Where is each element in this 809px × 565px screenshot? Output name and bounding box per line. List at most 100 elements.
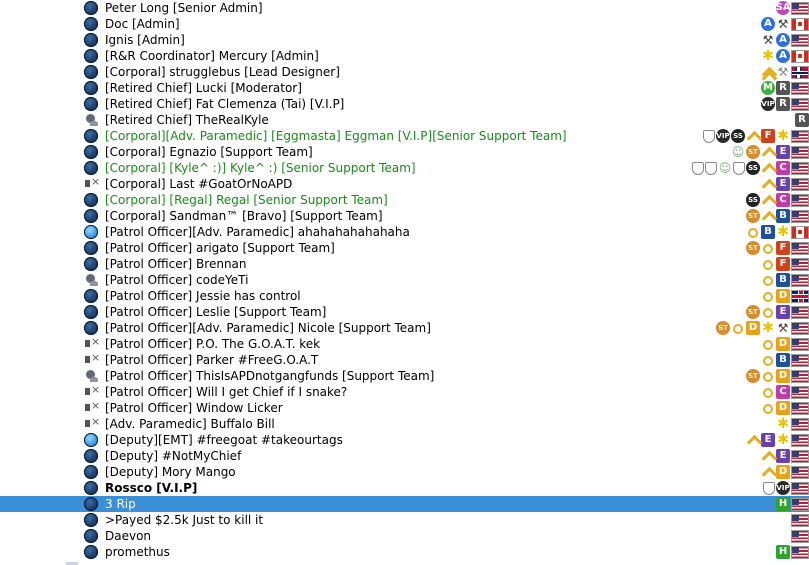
user-name: [Corporal][Adv. Paramedic] [Eggmasta] Eg… bbox=[105, 129, 567, 143]
user-row[interactable]: [Deputy] Mory Mango D bbox=[0, 464, 809, 480]
medic-star-icon: ✱ bbox=[762, 320, 774, 336]
user-name: [Corporal] strugglebus [Lead Designer] bbox=[105, 65, 340, 79]
badge-ss-icon: SS bbox=[746, 161, 760, 175]
user-row[interactable]: [Patrol Officer][Adv. Paramedic] ahahaha… bbox=[0, 224, 809, 240]
user-row[interactable]: [Retired Chief] Fat Clemenza (Tai) [V.I.… bbox=[0, 96, 809, 112]
user-row[interactable]: [Corporal] Sandman™ [Bravo] [Support Tea… bbox=[0, 208, 809, 224]
user-name: promethus bbox=[105, 545, 170, 559]
badge-st-icon: ST bbox=[746, 145, 760, 159]
rank-medal-icon bbox=[761, 241, 775, 255]
status-orb-icon bbox=[84, 497, 98, 511]
rank-chevron-icon bbox=[761, 161, 775, 175]
user-row[interactable]: 3 Rip H bbox=[0, 496, 809, 512]
badge-e-icon: E bbox=[776, 305, 790, 319]
user-row[interactable]: Rossco [V.I.P] VIP bbox=[0, 480, 809, 496]
user-badges: ST D ✱ ⚒ bbox=[716, 320, 809, 336]
user-name: Ignis [Admin] bbox=[105, 33, 185, 47]
badge-st-icon: ST bbox=[746, 241, 760, 255]
rank-medal-icon bbox=[746, 225, 760, 239]
badge-h-icon: H bbox=[776, 545, 790, 559]
user-name: [Patrol Officer][Adv. Paramedic] Nicole … bbox=[105, 321, 431, 335]
user-row[interactable]: Daevon bbox=[0, 528, 809, 544]
status-orb-icon bbox=[84, 305, 98, 319]
status-orb-icon bbox=[84, 81, 98, 95]
user-row[interactable]: [Patrol Officer] Brennan F bbox=[0, 256, 809, 272]
user-badges: E bbox=[761, 448, 809, 464]
flag-us-icon bbox=[791, 33, 809, 47]
rank-chevron-icon bbox=[761, 65, 775, 79]
user-row[interactable]: [Patrol Officer] Jessie has control D bbox=[0, 288, 809, 304]
user-row[interactable]: [Patrol Officer] codeYeTi B bbox=[0, 272, 809, 288]
rank-chevron-icon bbox=[746, 129, 760, 143]
user-row[interactable]: [Patrol Officer] Parker #FreeG.O.A.T B bbox=[0, 350, 809, 368]
user-name: [Corporal] Sandman™ [Bravo] [Support Tea… bbox=[105, 209, 383, 223]
status-orb-icon bbox=[84, 33, 98, 47]
user-badges: ☺ ST E bbox=[731, 144, 809, 160]
user-row[interactable]: [Patrol Officer] P.O. The G.O.A.T. kek D bbox=[0, 334, 809, 352]
medic-star-icon: ✱ bbox=[777, 432, 789, 448]
user-row[interactable]: [Patrol Officer] ThisIsAPDnotgangfunds [… bbox=[0, 368, 809, 384]
user-row[interactable]: [Retired Chief] TheRealKyle R bbox=[0, 112, 809, 128]
user-badges: VIP bbox=[763, 480, 809, 496]
user-row[interactable]: [Patrol Officer][Adv. Paramedic] Nicole … bbox=[0, 320, 809, 336]
user-badges: H bbox=[776, 544, 809, 560]
badge-d-icon: D bbox=[776, 289, 790, 303]
user-name: [Patrol Officer][Adv. Paramedic] ahahaha… bbox=[105, 225, 410, 239]
user-row[interactable]: [R&R Coordinator] Mercury [Admin] ✱ A bbox=[0, 48, 809, 64]
user-name: [Patrol Officer] codeYeTi bbox=[105, 273, 249, 287]
status-orb-icon bbox=[84, 17, 98, 31]
flag-us-icon bbox=[791, 385, 809, 399]
medic-star-icon: ✱ bbox=[777, 128, 789, 144]
rank-medal-icon bbox=[761, 289, 775, 303]
status-orb-icon bbox=[84, 209, 98, 223]
flag-us-icon bbox=[791, 273, 809, 287]
user-badges: ST B bbox=[746, 208, 809, 224]
flag-gb-icon bbox=[791, 289, 809, 303]
flag-us-icon bbox=[791, 81, 809, 95]
user-row[interactable]: [Corporal] Egnazio [Support Team] ☺ ST E bbox=[0, 144, 809, 160]
user-row[interactable]: [Adv. Paramedic] Buffalo Bill ✱ bbox=[0, 414, 809, 432]
user-row[interactable]: [Deputy] #NotMyChief E bbox=[0, 448, 809, 464]
user-row[interactable]: [Corporal][Adv. Paramedic] [Eggmasta] Eg… bbox=[0, 128, 809, 144]
badge-b-icon: B bbox=[776, 273, 790, 287]
rank-medal-icon bbox=[761, 305, 775, 319]
status-orb-icon bbox=[84, 97, 98, 111]
user-row[interactable]: >Payed $2.5k Just to kill it bbox=[0, 512, 809, 528]
status-orb-icon bbox=[84, 289, 98, 303]
user-row[interactable]: Doc [Admin] A ⚒ bbox=[0, 16, 809, 32]
user-row[interactable]: [Corporal] strugglebus [Lead Designer] ⚒ bbox=[0, 64, 809, 80]
user-row[interactable]: Ignis [Admin] ⚒ A bbox=[0, 32, 809, 48]
flag-us-icon bbox=[791, 417, 809, 431]
user-badges: A ⚒ bbox=[761, 16, 809, 32]
user-row[interactable]: promethus H bbox=[0, 544, 809, 560]
user-name: 3 Rip bbox=[105, 497, 136, 511]
user-row[interactable]: Peter Long [Senior Admin] SA bbox=[0, 0, 809, 16]
flag-us-icon bbox=[791, 545, 809, 559]
user-row[interactable]: [Retired Chief] Lucki [Moderator] M R bbox=[0, 80, 809, 96]
user-name: [Corporal] [Kyle^ :)] Kyle^ :) [Senior S… bbox=[105, 161, 416, 175]
flag-us-icon bbox=[791, 145, 809, 159]
user-badges: ST E bbox=[746, 304, 809, 320]
badge-sa-icon: SA bbox=[775, 1, 791, 15]
rank-chevron-icon bbox=[761, 465, 775, 479]
user-row[interactable]: [Corporal] Last #GoatOrNoAPD E bbox=[0, 174, 809, 192]
user-name: [Corporal] Egnazio [Support Team] bbox=[105, 145, 313, 159]
badge-b-icon: B bbox=[761, 225, 775, 239]
status-orb-icon bbox=[84, 145, 98, 159]
user-row[interactable]: [Patrol Officer] arigato [Support Team] S… bbox=[0, 240, 809, 256]
user-row[interactable]: [Patrol Officer] Leslie [Support Team] ST… bbox=[0, 304, 809, 320]
user-badges: ST F bbox=[746, 240, 809, 256]
user-badges bbox=[791, 528, 809, 544]
badge-c-icon: C bbox=[776, 161, 790, 175]
user-row[interactable]: [Deputy][EMT] #freegoat #takeourtags E ✱ bbox=[0, 432, 809, 448]
user-row[interactable]: [Patrol Officer] Will I get Chief if I s… bbox=[0, 382, 809, 400]
shield-icon bbox=[692, 161, 704, 175]
status-orb-icon bbox=[84, 449, 98, 463]
user-list: Peter Long [Senior Admin] SA Doc [Admin] A ⚒… bbox=[0, 0, 809, 560]
medic-star-icon: ✱ bbox=[777, 416, 789, 432]
user-row[interactable]: [Corporal] [Regal] Regal [Senior Support… bbox=[0, 192, 809, 208]
user-name: [Corporal] [Regal] Regal [Senior Support… bbox=[105, 193, 388, 207]
user-badges: R bbox=[795, 112, 809, 128]
user-row[interactable]: [Corporal] [Kyle^ :)] Kyle^ :) [Senior S… bbox=[0, 160, 809, 176]
user-row[interactable]: [Patrol Officer] Window Licker D bbox=[0, 398, 809, 416]
